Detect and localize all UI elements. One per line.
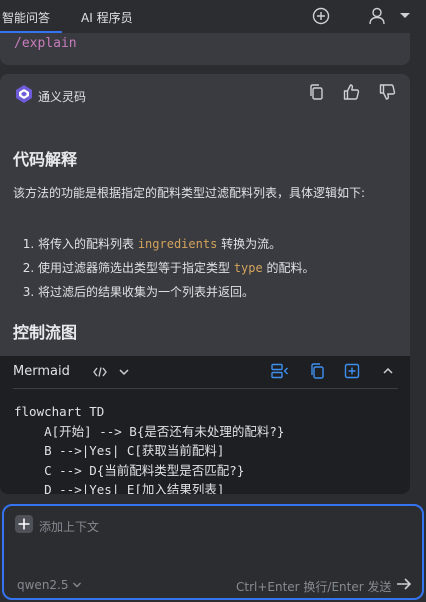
assistant-name: 通义灵码 xyxy=(38,90,87,104)
explanation-intro: 该方法的功能是根据指定的配料类型过滤配料列表，具体逻辑如下: xyxy=(13,186,366,200)
tongyi-logo-icon xyxy=(16,85,32,103)
code-line: flowchart TD xyxy=(14,404,105,419)
user-message: /explain xyxy=(0,33,410,65)
new-file-icon[interactable] xyxy=(344,363,360,379)
heading-code-explanation: 代码解释 xyxy=(13,150,78,169)
user-command-text: /explain xyxy=(14,36,77,51)
list-item: 使用过滤器筛选出类型等于指定类型 type 的配料。 xyxy=(38,256,403,280)
copy-icon[interactable] xyxy=(308,84,324,100)
list-item: 将传入的配料列表 ingredients 转换为流。 xyxy=(38,232,403,256)
assistant-response: 通义灵码 代码解释 该方法的功能是根据指定的配料类型过滤配料列表，具体逻辑如下:… xyxy=(0,74,410,494)
insert-code-icon[interactable] xyxy=(271,363,289,379)
code-view-icon[interactable] xyxy=(93,366,107,378)
code-line: B -->|Yes| C[获取当前配料] xyxy=(14,443,225,458)
top-tab-bar: 智能问答 AI 程序员 xyxy=(0,0,426,33)
user-icon[interactable] xyxy=(368,6,386,26)
inline-code: type xyxy=(233,261,263,275)
list-item: 将过滤后的结果收集为一个列表并返回。 xyxy=(38,280,403,304)
add-context-button[interactable] xyxy=(15,515,33,533)
thumbs-up-icon[interactable] xyxy=(343,84,360,100)
model-selector[interactable]: qwen2.5 xyxy=(17,578,82,592)
plus-icon xyxy=(18,518,30,530)
send-hint: Ctrl+Enter 换行/Enter 发送 xyxy=(236,580,392,594)
chevron-down-icon xyxy=(73,582,82,588)
add-context-label[interactable]: 添加上下文 xyxy=(39,518,99,535)
chevron-down-icon[interactable] xyxy=(118,367,130,377)
steps-list: 将传入的配料列表 ingredients 转换为流。 使用过滤器筛选出类型等于指… xyxy=(5,232,403,304)
send-icon[interactable] xyxy=(396,577,412,591)
heading-control-flow: 控制流图 xyxy=(13,323,78,342)
code-block: Mermaid flowchart TD A[开始] --> B{是否还有未处理… xyxy=(0,356,410,494)
inline-code: ingredients xyxy=(137,237,218,251)
copy-code-icon[interactable] xyxy=(309,363,325,379)
chat-input-box[interactable]: 添加上下文 qwen2.5 Ctrl+Enter 换行/Enter 发送 xyxy=(2,504,424,600)
collapse-icon[interactable] xyxy=(382,366,394,376)
code-line: C --> D{当前配料类型是否匹配?} xyxy=(14,462,245,478)
tab-ai-programmer[interactable]: AI 程序员 xyxy=(81,9,133,26)
code-block-divider xyxy=(13,388,398,389)
tab-qa[interactable]: 智能问答 xyxy=(2,9,50,26)
chevron-down-icon[interactable] xyxy=(398,11,412,21)
code-content: flowchart TD A[开始] --> B{是否还有未处理的配料?} B … xyxy=(14,402,284,494)
code-language-label: Mermaid xyxy=(13,364,70,379)
code-line: A[开始] --> B{是否还有未处理的配料?} xyxy=(14,423,285,439)
thumbs-down-icon[interactable] xyxy=(379,84,396,100)
add-circle-icon[interactable] xyxy=(312,7,330,25)
model-name: qwen2.5 xyxy=(17,578,69,592)
code-line: D -->|Yes| E[加入结果列表] xyxy=(14,482,225,494)
